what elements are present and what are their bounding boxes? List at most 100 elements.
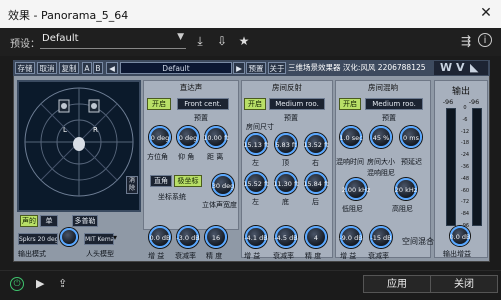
- reverb-preset-label: 预置: [382, 114, 396, 122]
- hrtf-field[interactable]: MIT Kemar: [84, 233, 114, 245]
- radar-left-label: L: [63, 126, 67, 134]
- elevation-label: 仰 角: [178, 153, 195, 161]
- reverb-rolloff-value: -15 dB: [370, 234, 392, 242]
- elevation-value: 0 deg: [178, 134, 198, 142]
- direct-rolloff-label: 衰减率: [175, 252, 196, 260]
- save-icon[interactable]: ⤓: [192, 33, 208, 49]
- reflection-mode-select[interactable]: Medium roo.: [269, 98, 325, 110]
- meter-scale-tick: -18: [460, 140, 470, 147]
- predelay-label: 预延迟: [401, 158, 422, 166]
- meter-scale-tick: -36: [460, 164, 470, 170]
- meter-scale-tick: -60: [460, 187, 470, 194]
- cancel-button[interactable]: 取消: [37, 62, 57, 74]
- export-icon[interactable]: ⇪: [58, 277, 67, 290]
- room-left-label: 左: [252, 159, 259, 167]
- slot-b-button[interactable]: B: [93, 62, 103, 74]
- radar-grid: [24, 87, 134, 197]
- preset-dropdown[interactable]: Default ▼: [40, 32, 186, 49]
- meter-scale-tick: -24: [460, 152, 470, 159]
- meter-scale-tick: -6: [462, 116, 468, 123]
- meter-left: [446, 108, 456, 226]
- reflection-title: 房间反射: [272, 83, 302, 92]
- reverb-time-label: 混响时间: [336, 158, 364, 166]
- about-button[interactable]: 关于: [268, 62, 286, 74]
- room-right-label: 右: [312, 159, 319, 167]
- plugin-name: 三维场景效果器 汉化:风风 2206788125: [288, 63, 426, 72]
- speaker-angle-knob[interactable]: [60, 228, 78, 246]
- plugin-preset-button[interactable]: 预置: [246, 62, 266, 74]
- star-icon[interactable]: ★: [236, 33, 252, 49]
- store-button[interactable]: 存储: [15, 62, 35, 74]
- room-right-value: 13.52 ft: [303, 141, 329, 149]
- wall-back-label: 后: [312, 198, 319, 206]
- apply-button[interactable]: 应用: [363, 275, 431, 293]
- info-icon[interactable]: i: [478, 33, 492, 47]
- room-size-label: 房间大小: [367, 158, 395, 166]
- title-bar: 效果 - Panorama_5_64 ✕: [0, 0, 501, 28]
- doppler-button[interactable]: 多普勒: [72, 215, 98, 227]
- copy-button[interactable]: 复制: [59, 62, 79, 74]
- direct-title: 直达声: [179, 83, 203, 92]
- hrtf-label: 人头模型: [86, 250, 114, 258]
- meter-scale-tick: -12: [460, 128, 470, 135]
- output-mode-label: 输出模式: [18, 250, 46, 258]
- play-icon[interactable]: ▶: [36, 277, 44, 290]
- direct-mode-select[interactable]: Front cent.: [177, 98, 229, 110]
- room-top-value: 5.83 ft: [275, 141, 297, 149]
- mono-mode-button[interactable]: 单: [40, 215, 58, 227]
- wall-left-label: 左: [252, 198, 259, 206]
- chevron-down-icon: ▼: [177, 32, 184, 42]
- room-size-title: 房间尺寸: [246, 123, 274, 131]
- direct-rolloff-value: -3.0 dB: [176, 234, 200, 242]
- reflection-rolloff-label: 衰减率: [273, 252, 294, 260]
- distance-label: 距 离: [207, 153, 224, 161]
- reverb-gain-value: -9.0 dB: [339, 234, 363, 242]
- cartesian-button[interactable]: 直角: [150, 175, 172, 187]
- room-size-value: 45 %: [372, 134, 390, 142]
- reverb-mode-select[interactable]: Medium roo.: [365, 98, 423, 110]
- direct-gain-value: 0.0 dB: [149, 234, 171, 242]
- stereo-mode-button[interactable]: 声的: [20, 215, 38, 227]
- hrtf-chevron-icon[interactable]: ▾: [113, 233, 117, 242]
- speaker-angle-field[interactable]: Spkrs 20 deg: [18, 233, 58, 245]
- close-button[interactable]: 关闭: [430, 275, 498, 293]
- close-icon[interactable]: ✕: [477, 3, 495, 23]
- reverb-rolloff-label: 衰减率: [368, 252, 389, 260]
- output-title: 输出: [451, 87, 470, 97]
- meter-scale-tick: 0: [463, 105, 467, 111]
- position-radar[interactable]: L R: [17, 80, 141, 212]
- slot-a-button[interactable]: A: [82, 62, 92, 74]
- stereo-width-value: 30 deg: [211, 182, 235, 190]
- wall-bottom-label: 底: [282, 198, 289, 206]
- erase-label: 消除: [128, 177, 135, 192]
- reverb-gain-label: 增 益: [340, 252, 357, 260]
- plugin-logo: W V ◣: [434, 61, 488, 75]
- power-icon[interactable]: ⏻: [10, 277, 24, 291]
- plugin-preset-dropdown[interactable]: Default: [120, 62, 232, 74]
- import-icon[interactable]: ⇩: [214, 33, 230, 49]
- direct-preset-label: 预置: [194, 114, 208, 122]
- azimuth-value: 0 deg: [150, 134, 170, 142]
- next-preset-icon[interactable]: ▶: [233, 62, 245, 74]
- direct-on-button[interactable]: 开启: [147, 98, 171, 110]
- wall-back-value: 15.84 ft: [303, 180, 329, 188]
- reflection-accuracy-label: 精 度: [305, 252, 322, 260]
- route-icon[interactable]: ⇶: [458, 33, 474, 49]
- reflection-on-button[interactable]: 开启: [244, 98, 266, 110]
- prev-preset-icon[interactable]: ◀: [106, 62, 118, 74]
- room-top-label: 顶: [282, 159, 289, 167]
- output-gain-value: 0.0 dB: [449, 233, 471, 241]
- preset-label: 预设：: [10, 39, 40, 50]
- reverb-damp-title: 混响阻尼: [367, 169, 395, 177]
- space-mix-label: 空间混合: [402, 237, 434, 246]
- polar-button[interactable]: 极坐标: [174, 175, 202, 187]
- azimuth-label: 方位角: [147, 153, 168, 161]
- reflection-preset-label: 预置: [284, 114, 298, 122]
- erase-button[interactable]: 消除: [126, 176, 138, 194]
- reverb-on-button[interactable]: 开启: [339, 98, 361, 110]
- low-damp-value: 2.00 kHz: [341, 186, 371, 194]
- coord-system-label: 坐标系统: [158, 193, 186, 201]
- direct-accuracy-label: 精 度: [206, 252, 223, 260]
- predelay-value: 0 ms: [403, 134, 419, 142]
- direct-gain-label: 增 益: [148, 252, 165, 260]
